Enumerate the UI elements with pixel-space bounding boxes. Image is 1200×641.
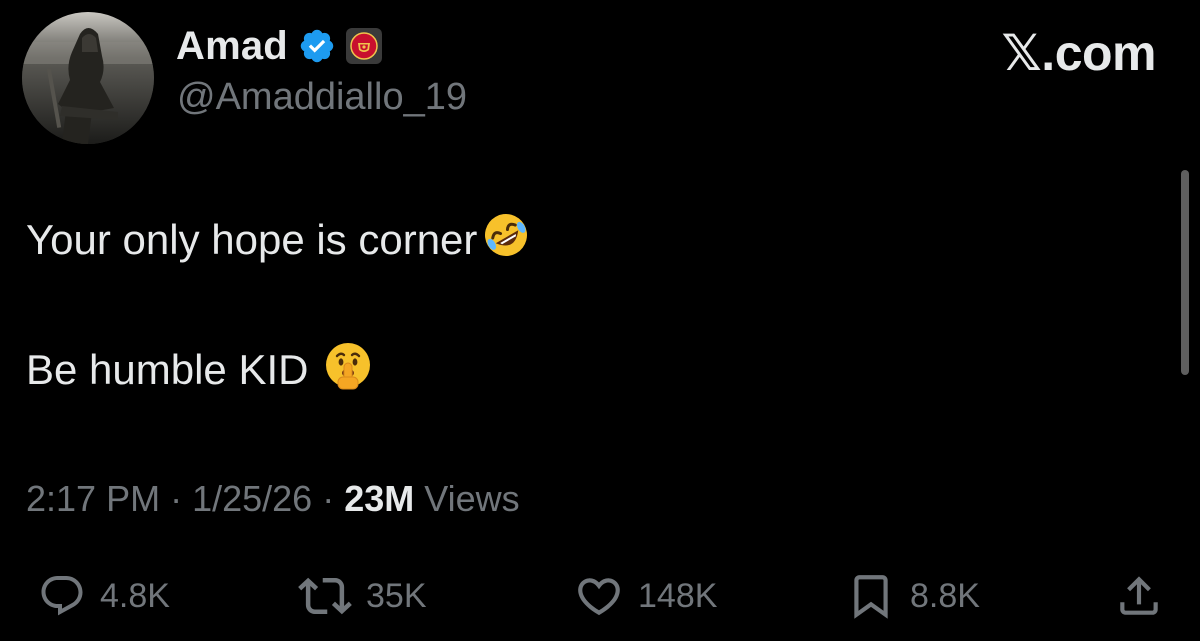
views-count[interactable]: 23M <box>344 478 414 519</box>
tweet-date[interactable]: 1/25/26 <box>192 478 312 519</box>
tweet-text-line-2: Be humble KID <box>26 342 374 398</box>
tweet-time[interactable]: 2:17 PM <box>26 478 160 519</box>
heart-icon <box>578 578 620 616</box>
views-label: Views <box>414 478 520 519</box>
share-icon <box>1120 576 1158 615</box>
tweet-text: Be humble KID <box>26 346 309 393</box>
avatar[interactable] <box>22 12 154 144</box>
shushing-face-emoji <box>322 339 374 401</box>
reply-button[interactable]: 4.8K <box>38 566 170 626</box>
share-button[interactable] <box>1114 566 1164 626</box>
repost-icon <box>298 577 352 615</box>
author-name-row: Amad <box>176 18 382 74</box>
meta-separator: · <box>312 478 345 519</box>
club-crest-icon[interactable] <box>345 28 382 64</box>
brand-watermark: 𝕏.com <box>1001 25 1157 81</box>
like-count: 148K <box>638 576 718 615</box>
repost-button[interactable]: 35K <box>298 566 427 626</box>
verified-badge-icon <box>300 29 334 63</box>
avatar-image <box>22 12 154 144</box>
bookmark-icon <box>854 575 888 619</box>
reply-count: 4.8K <box>100 576 170 615</box>
action-bar: 4.8K 35K 148K 8.8K <box>0 566 1200 626</box>
tweet-text-line-1: Your only hope is corner <box>26 212 531 268</box>
tweet-text: Your only hope is corner <box>26 216 478 263</box>
rolling-on-floor-laughing-emoji <box>481 210 531 270</box>
repost-count: 35K <box>366 576 427 615</box>
bookmark-count: 8.8K <box>910 576 980 615</box>
bookmark-button[interactable]: 8.8K <box>846 566 980 626</box>
like-button[interactable]: 148K <box>574 566 717 626</box>
tweet-meta: 2:17 PM · 1/25/26 · 23M Views <box>26 478 520 520</box>
author-handle[interactable]: @Amaddiallo_19 <box>177 76 467 119</box>
reply-icon <box>41 576 83 616</box>
crest-shape <box>350 32 378 60</box>
scrollbar[interactable] <box>1181 170 1189 375</box>
meta-separator: · <box>160 478 193 519</box>
author-display-name[interactable]: Amad <box>176 24 288 69</box>
